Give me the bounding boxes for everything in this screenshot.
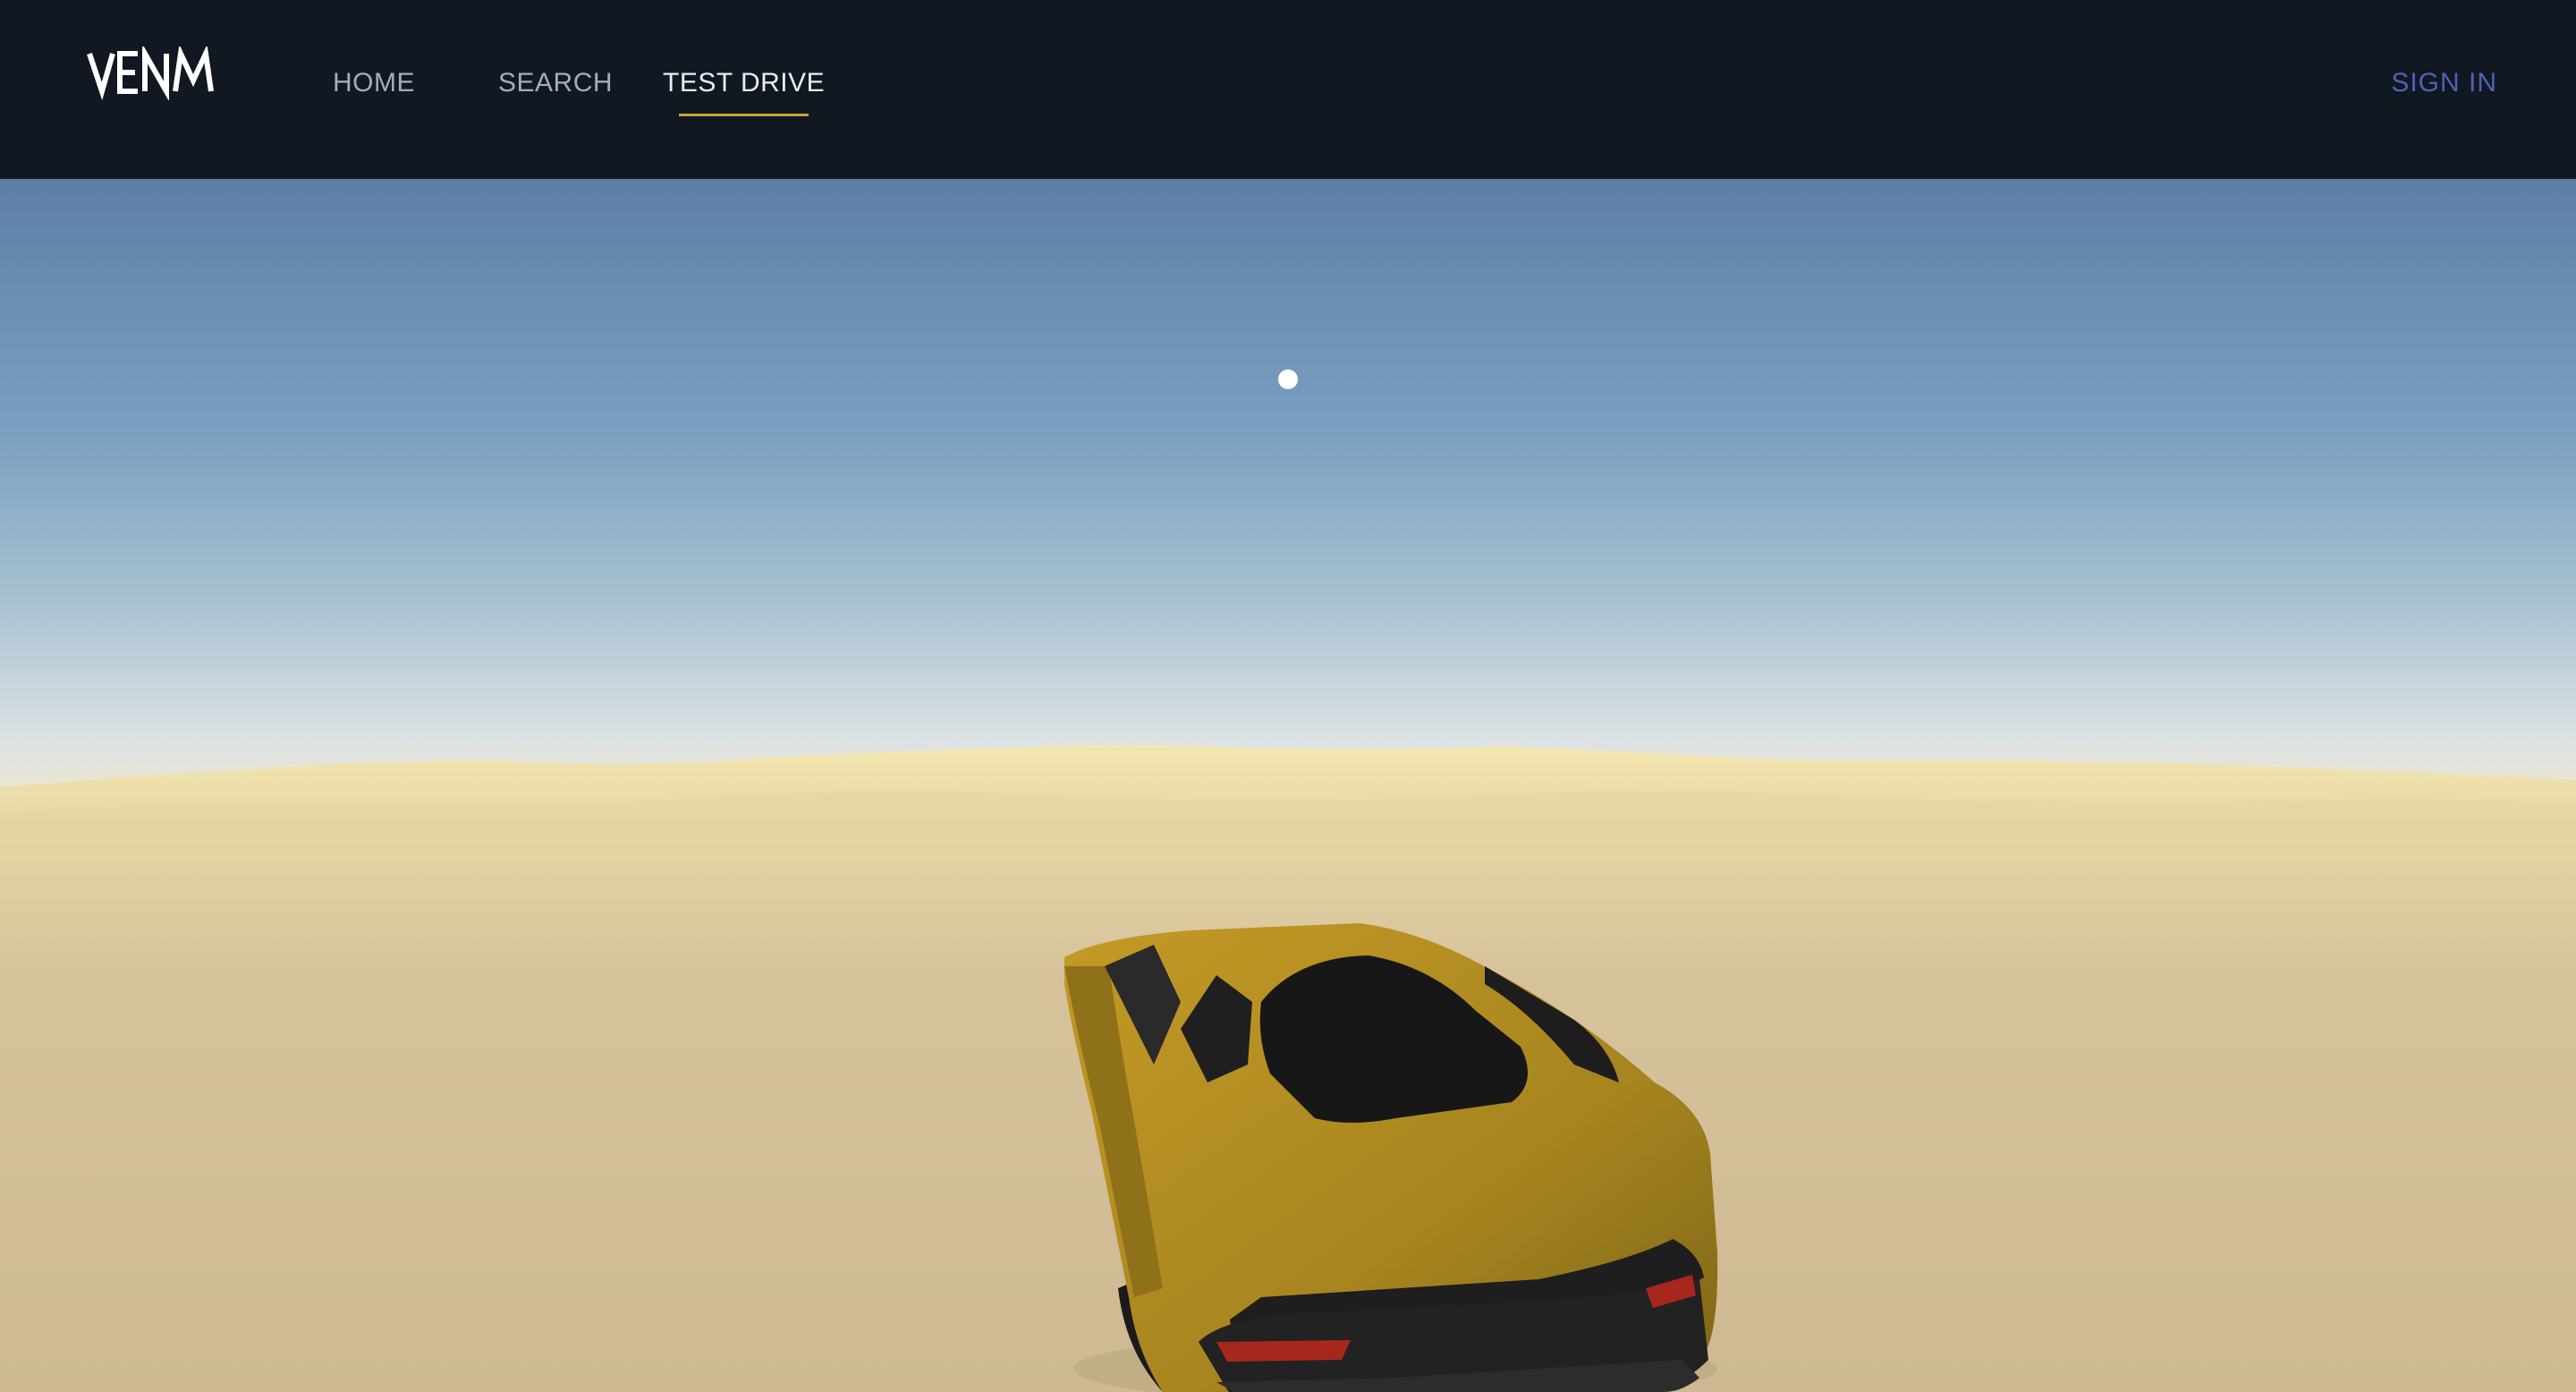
- active-nav-underline: [679, 114, 809, 116]
- sky: [0, 179, 2576, 805]
- nav-home-link[interactable]: HOME: [333, 68, 415, 98]
- nav-test-drive-link[interactable]: TEST DRIVE: [663, 68, 826, 116]
- nav-home-label: HOME: [333, 68, 415, 98]
- venm-logo[interactable]: [86, 43, 229, 102]
- nav-search-label: SEARCH: [498, 68, 614, 98]
- nav-test-drive-label: TEST DRIVE: [663, 68, 826, 98]
- desert-scene: [0, 179, 2576, 1392]
- top-navigation-bar: HOME SEARCH TEST DRIVE SIGN IN: [0, 0, 2576, 179]
- test-drive-3d-viewport[interactable]: [0, 179, 2576, 1392]
- sun-icon: [1278, 369, 1298, 389]
- sign-in-button[interactable]: SIGN IN: [2391, 68, 2497, 98]
- sign-in-label: SIGN IN: [2391, 68, 2497, 98]
- nav-search-link[interactable]: SEARCH: [498, 68, 613, 98]
- left-tail-light-icon: [1216, 1340, 1351, 1362]
- logo-wordmark-icon: [87, 43, 214, 102]
